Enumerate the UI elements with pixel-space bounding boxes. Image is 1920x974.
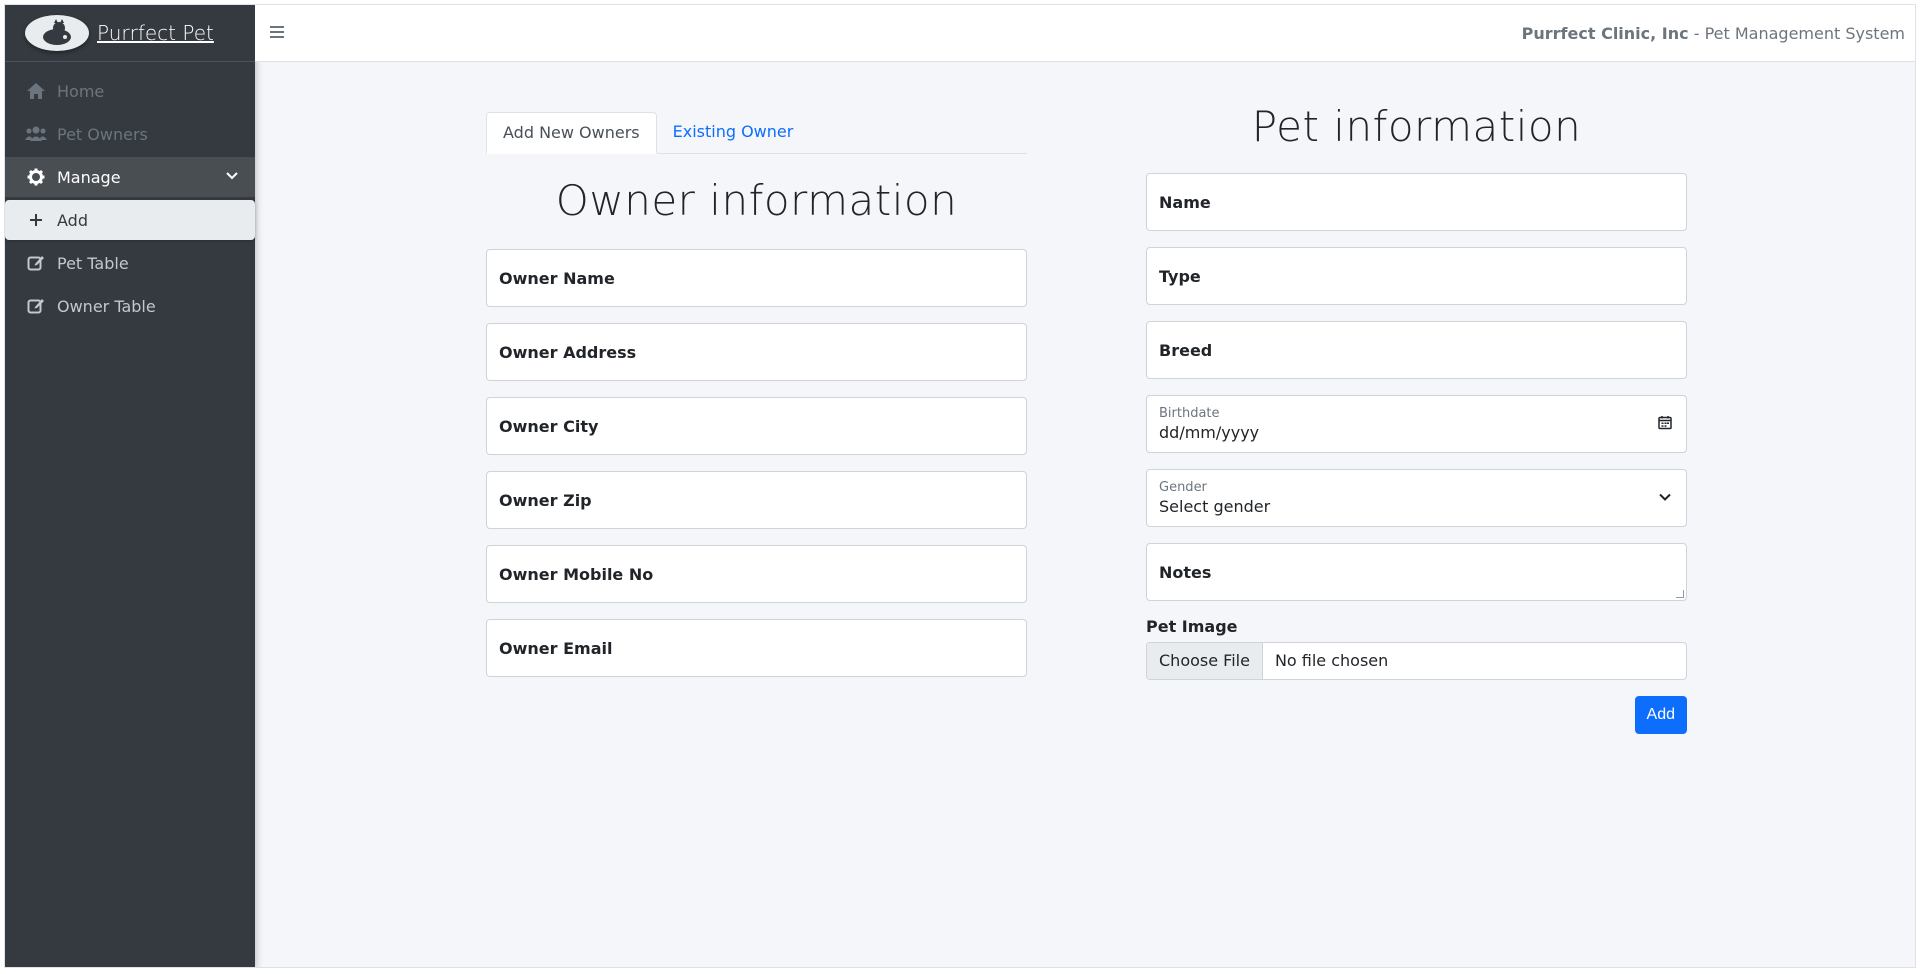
notes-label: Notes [1159,562,1212,582]
pet-type-field[interactable]: Type [1146,247,1687,305]
sidebar: Purrfect Pet Home Pet Owners Manage Add … [5,5,255,967]
sidebar-item-label: Owner Table [57,296,156,316]
pet-section: Pet information Name Type Breed Birthdat… [1146,102,1687,734]
birthdate-field[interactable]: Birthdate dd/mm/yyyy [1146,395,1687,453]
owner-section-title: Owner information [555,176,958,225]
owner-mobile-field[interactable]: Owner Mobile No [486,545,1027,603]
birthdate-label: Birthdate [1159,406,1220,421]
system-name: - Pet Management System [1688,23,1905,43]
tab-add-new-owners[interactable]: Add New Owners [486,112,657,154]
gender-label: Gender [1159,480,1207,495]
add-button[interactable]: Add [1634,696,1687,734]
owner-section: Add New Owners Existing Owner Owner info… [486,112,1027,693]
sidebar-item-owner-table[interactable]: Owner Table [5,286,255,326]
owner-city-field[interactable]: Owner City [486,397,1027,455]
sidebar-item-label: Add [57,210,88,230]
edit-icon [25,295,47,317]
plus-icon [25,209,47,231]
brand[interactable]: Purrfect Pet [5,5,255,62]
home-icon [25,80,47,102]
add-button-row: Add [1146,696,1687,734]
edit-icon [25,252,47,274]
owner-address-field[interactable]: Owner Address [486,323,1027,381]
sidebar-item-label: Manage [57,167,121,187]
chevron-down-icon [1658,489,1672,508]
sidebar-item-add[interactable]: Add [5,200,255,240]
owner-zip-field[interactable]: Owner Zip [486,471,1027,529]
pet-image-label: Pet Image [1146,617,1238,636]
gear-icon [25,166,47,188]
notes-textarea[interactable]: Notes [1146,543,1687,601]
sidebar-item-label: Pet Table [57,253,129,273]
choose-file-button[interactable]: Choose File [1147,643,1263,679]
brand-logo-icon [25,15,89,51]
sidebar-item-manage[interactable]: Manage [5,157,255,197]
sidebar-item-pet-owners[interactable]: Pet Owners [5,114,255,154]
file-status-text: No file chosen [1274,651,1389,670]
app-header-title: Purrfect Clinic, Inc - Pet Management Sy… [1522,24,1905,43]
main-content: Add New Owners Existing Owner Owner info… [255,62,1915,967]
pet-name-field[interactable]: Name [1146,173,1687,231]
sidebar-item-home[interactable]: Home [5,71,255,111]
brand-name[interactable]: Purrfect Pet [97,21,214,45]
top-navbar: Purrfect Clinic, Inc - Pet Management Sy… [255,5,1915,62]
sidebar-item-pet-table[interactable]: Pet Table [5,243,255,283]
chevron-down-icon [225,167,239,186]
sidebar-item-label: Pet Owners [57,124,148,144]
gender-value: Select gender [1159,497,1271,516]
gender-select[interactable]: Gender Select gender [1146,469,1687,527]
company-name: Purrfect Clinic, Inc [1521,23,1689,43]
resize-handle-icon[interactable] [1676,590,1684,598]
pet-section-title: Pet information [1251,102,1582,151]
owner-name-field[interactable]: Owner Name [486,249,1027,307]
owner-tabs: Add New Owners Existing Owner [486,112,1027,154]
app-window: Purrfect Pet Home Pet Owners Manage Add … [4,4,1916,968]
hamburger-menu-icon[interactable] [269,23,285,44]
sidebar-nav: Home Pet Owners Manage Add Pet Table Own… [5,62,255,326]
pet-breed-field[interactable]: Breed [1146,321,1687,379]
sidebar-item-label: Home [57,81,105,101]
users-icon [25,123,47,145]
tab-existing-owner[interactable]: Existing Owner [657,112,810,153]
owner-email-field[interactable]: Owner Email [486,619,1027,677]
birthdate-placeholder: dd/mm/yyyy [1159,423,1260,442]
pet-image-input[interactable]: Choose File No file chosen [1146,642,1687,680]
calendar-icon[interactable] [1658,415,1672,434]
